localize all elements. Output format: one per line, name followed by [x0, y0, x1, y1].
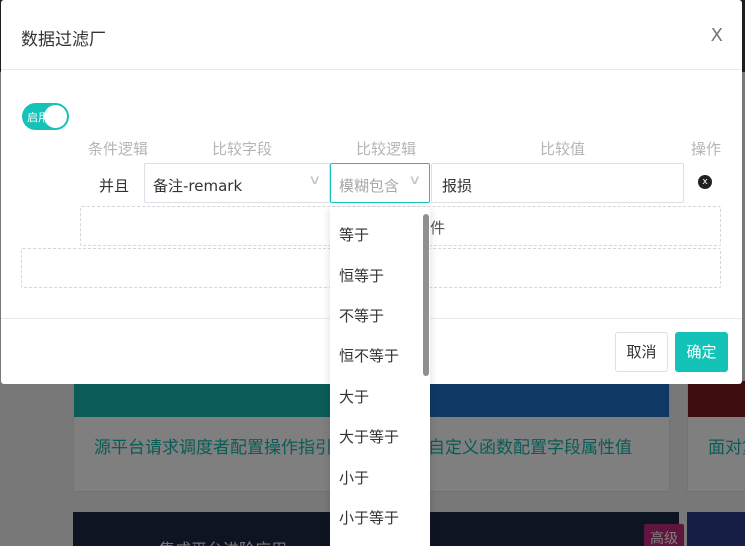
- chevron-down-icon: ∨: [308, 173, 322, 188]
- header-divider: [1, 69, 742, 70]
- compare-logic-placeholder: 模糊包含: [339, 177, 400, 195]
- compare-value-text: 报损: [442, 177, 473, 195]
- compare-logic-dropdown: 等于 恒等于 不等于 恒不等于 大于 大于等于 小于 小于等于: [330, 207, 430, 546]
- dropdown-option[interactable]: 等于: [339, 224, 369, 245]
- compare-field-value: 备注-remark: [153, 177, 243, 195]
- dropdown-option[interactable]: 小于等于: [339, 507, 399, 528]
- enable-toggle[interactable]: 启用: [22, 103, 69, 130]
- header-action: 操作: [691, 140, 722, 158]
- dropdown-option[interactable]: 大于: [339, 386, 369, 407]
- compare-logic-select[interactable]: 模糊包含 ∨: [330, 163, 430, 203]
- compare-value-input[interactable]: 报损: [431, 163, 684, 203]
- confirm-button[interactable]: 确定: [675, 332, 728, 372]
- header-compare-logic: 比较逻辑: [356, 140, 417, 158]
- cancel-button[interactable]: 取消: [615, 332, 668, 372]
- header-condition-logic: 条件逻辑: [88, 140, 149, 158]
- close-icon[interactable]: X: [711, 25, 723, 46]
- header-compare-field: 比较字段: [212, 140, 273, 158]
- dropdown-option[interactable]: 大于等于: [339, 426, 399, 447]
- dropdown-option[interactable]: 小于: [339, 467, 369, 488]
- add-condition-label: 件: [430, 219, 446, 237]
- dropdown-option[interactable]: 恒等于: [339, 265, 384, 286]
- condition-logic-value[interactable]: 并且: [99, 175, 129, 196]
- dropdown-scrollbar[interactable]: [423, 214, 429, 376]
- toggle-knob: [44, 105, 67, 128]
- compare-field-select[interactable]: 备注-remark ∨: [144, 163, 330, 203]
- header-compare-value: 比较值: [540, 140, 586, 158]
- dropdown-option[interactable]: 恒不等于: [339, 345, 399, 366]
- chevron-down-icon: ∨: [408, 173, 422, 188]
- dropdown-option[interactable]: 不等于: [339, 305, 384, 326]
- delete-row-icon[interactable]: x: [698, 175, 712, 189]
- dialog-title: 数据过滤厂: [21, 30, 106, 50]
